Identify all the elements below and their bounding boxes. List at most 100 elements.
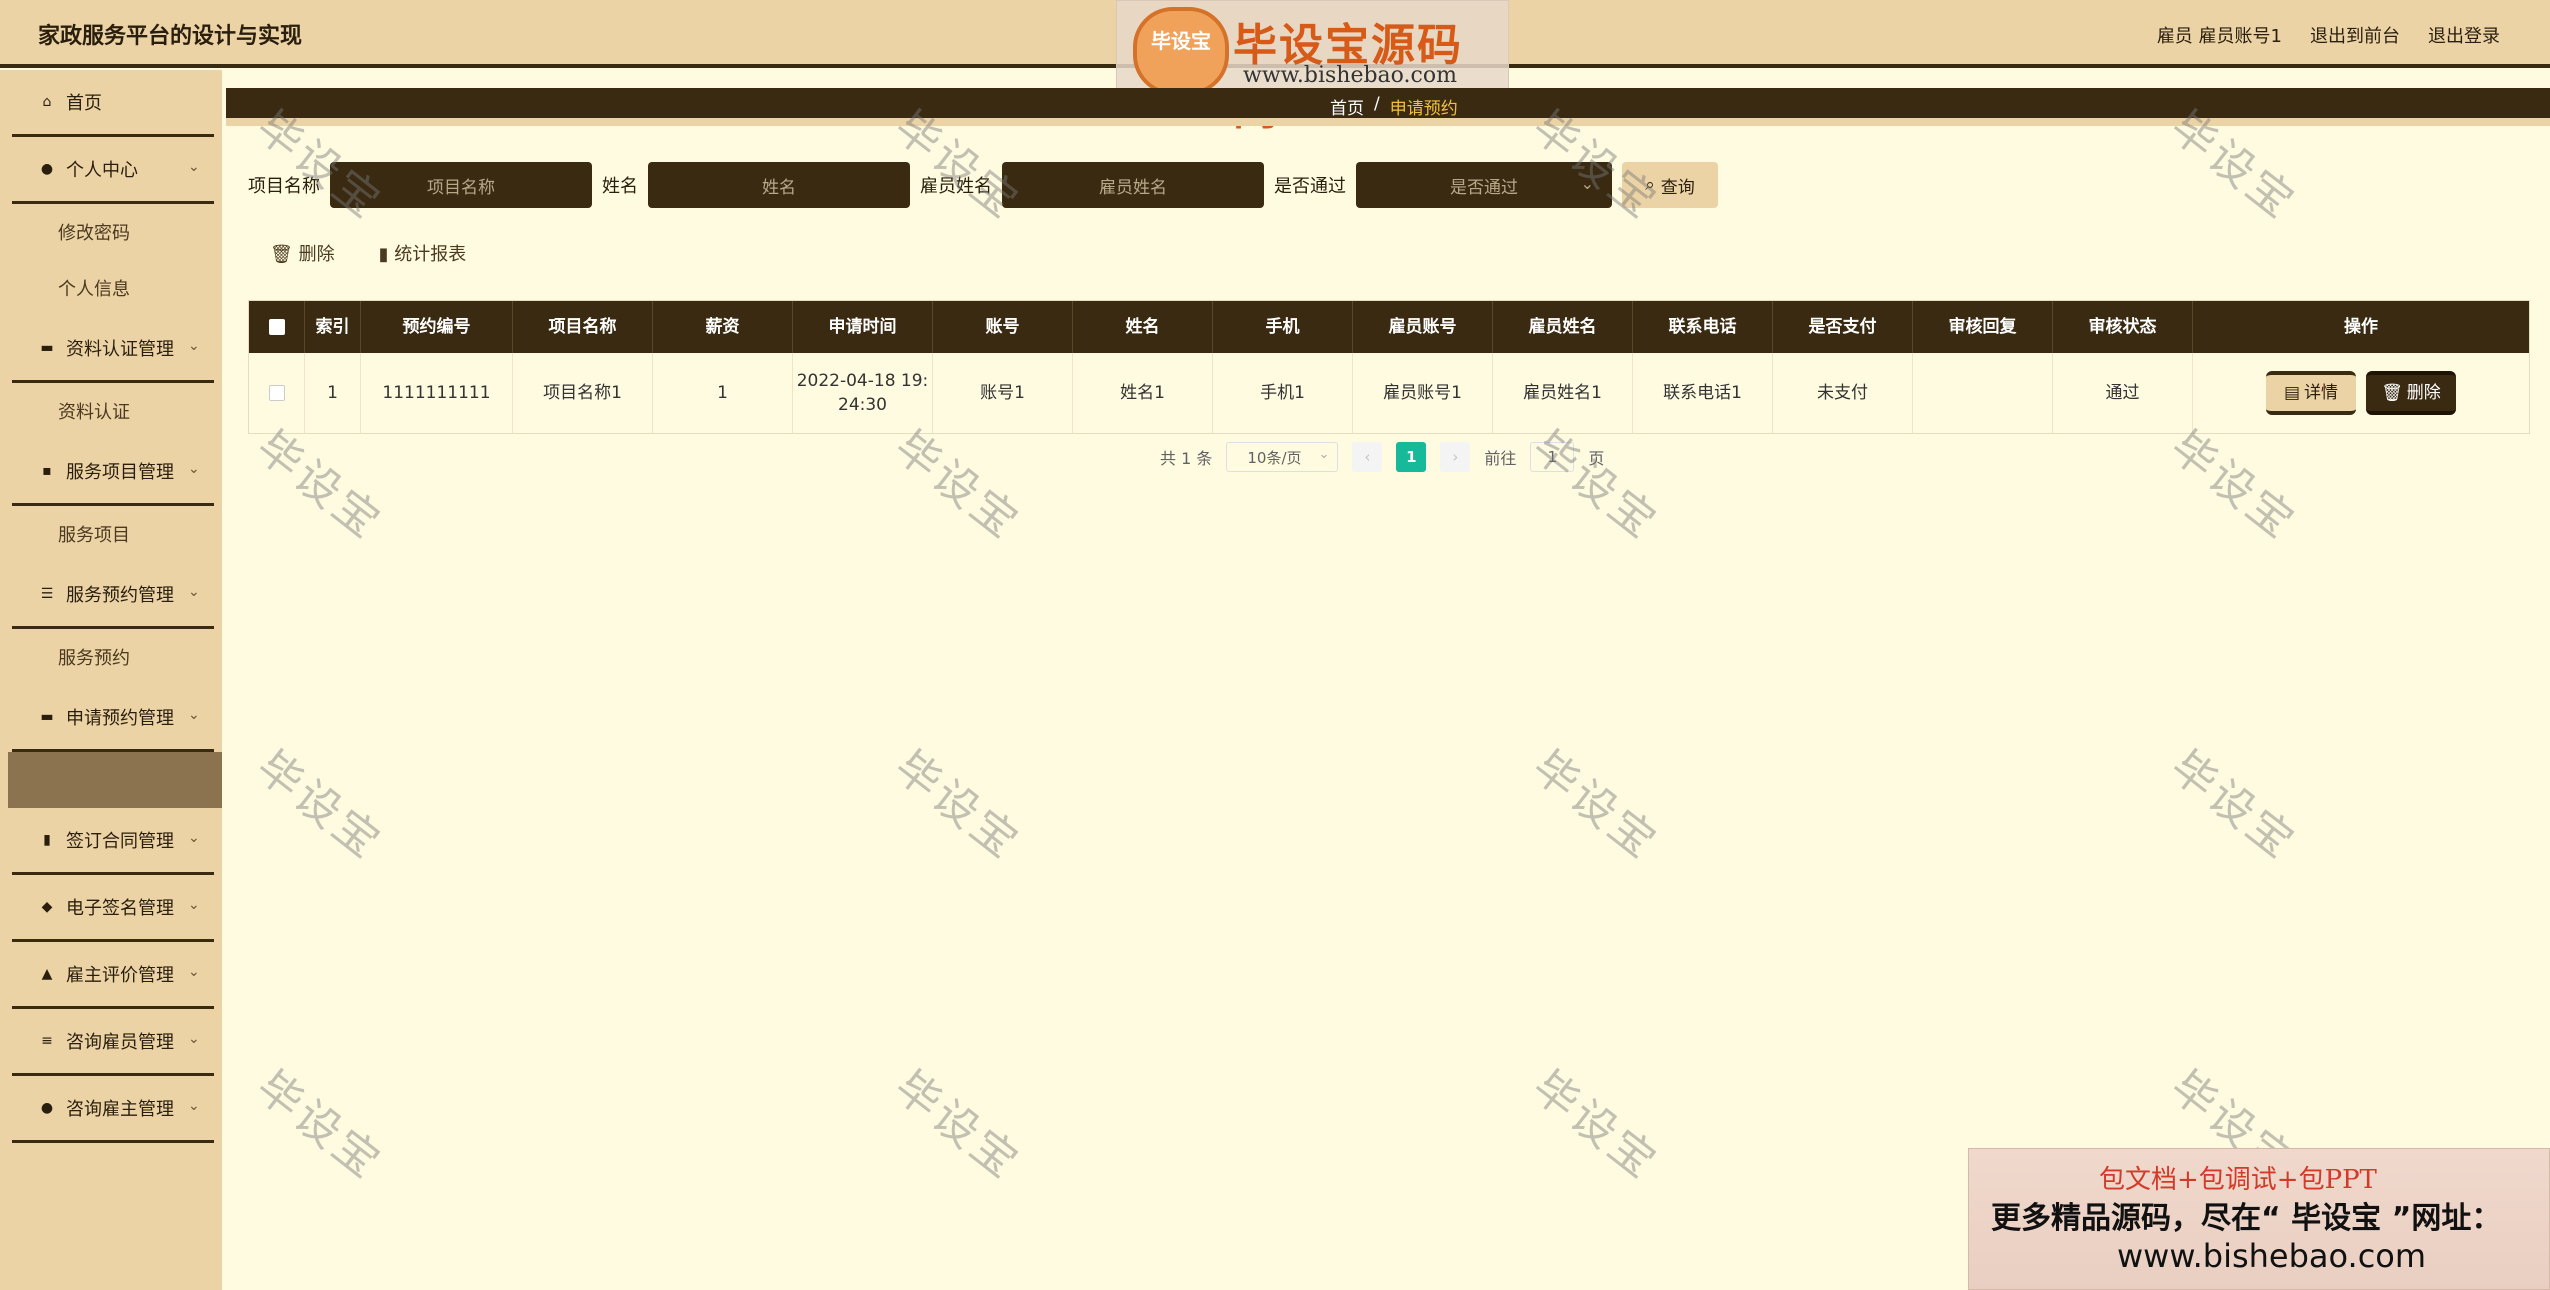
back-to-front-link[interactable]: 退出到前台 <box>2310 22 2400 48</box>
passed-select[interactable]: 是否通过 ⌄ <box>1356 162 1612 208</box>
col-header: 手机 <box>1213 301 1353 353</box>
chevron-down-icon: ⌄ <box>188 159 200 175</box>
sidebar-item-cert[interactable]: 资料认证 <box>0 383 222 439</box>
query-button-label: 查询 <box>1660 177 1695 198</box>
cell-employee-name: 雇员姓名1 <box>1493 353 1633 433</box>
chevron-down-icon: ⌄ <box>188 897 200 913</box>
chat-icon: ▪ <box>42 463 52 479</box>
page-size-select[interactable]: 10条/页 ⌄ <box>1226 442 1339 472</box>
col-header: 姓名 <box>1073 301 1213 353</box>
delete-button[interactable]: 🗑 删除 <box>2366 371 2456 415</box>
cell-actions: ▤ 详情 🗑 删除 <box>2193 353 2529 433</box>
search-form: 项目名称 项目名称 姓名 姓名 雇员姓名 雇员姓名 是否通过 是否通过 ⌄ ⌕ … <box>248 162 1718 208</box>
chevron-down-icon: ⌄ <box>1580 174 1594 193</box>
batch-delete-label: 删除 <box>298 244 335 265</box>
sidebar-item-change-password[interactable]: 修改密码 <box>0 204 222 260</box>
query-button[interactable]: ⌕ 查询 <box>1622 162 1718 208</box>
breadcrumb-current: 申请预约 <box>1389 99 1458 119</box>
col-header: 操作 <box>2344 317 2378 337</box>
ad-line3: www.bishebao.com <box>2117 1237 2427 1275</box>
cell-status: 通过 <box>2053 353 2193 433</box>
col-header: 联系电话 <box>1633 301 1773 353</box>
cell-contact: 联系电话1 <box>1633 353 1773 433</box>
sidebar-item-personal-info[interactable]: 个人信息 <box>0 260 222 316</box>
sidebar-item-personal-center[interactable]: ● 个人中心 ⌄ <box>0 137 222 201</box>
col-header: 索引 <box>305 301 361 353</box>
sidebar-item-service-item[interactable]: 服务项目 <box>0 506 222 562</box>
detail-button[interactable]: ▤ 详情 <box>2266 371 2356 415</box>
project-name-input[interactable]: 项目名称 <box>330 162 592 208</box>
batch-delete-button[interactable]: 🗑 删除 <box>270 240 335 266</box>
sidebar-item-home[interactable]: ⌂ 首页 <box>0 70 222 134</box>
col-header: 审核状态 <box>2053 301 2193 353</box>
cell-paid: 未支付 <box>1773 353 1913 433</box>
sidebar-item-employer-review-mgmt[interactable]: ▲ 雇主评价管理 ⌄ <box>0 942 222 1006</box>
sidebar-item-apply-booking-mgmt[interactable]: ▬ 申请预约管理 ⌄ <box>0 685 222 749</box>
cell-reply <box>1913 353 2053 433</box>
table-row: 1 1111111111 项目名称1 1 2022-04-18 19: 24:3… <box>249 353 2529 433</box>
col-header: 雇员姓名 <box>1493 301 1633 353</box>
cell-name: 姓名1 <box>1073 353 1213 433</box>
next-page-button[interactable]: › <box>1440 442 1471 472</box>
cell-account: 账号1 <box>933 353 1073 433</box>
sidebar-item-label: 首页 <box>66 93 102 114</box>
sidebar-item-label: 雇主评价管理 <box>66 965 174 986</box>
main-content: 首页 / 申请预约 项目名称 项目名称 姓名 姓名 雇员姓名 雇员姓名 是否通过… <box>222 70 2550 1290</box>
select-all-checkbox[interactable] <box>268 319 285 335</box>
col-header: 账号 <box>933 301 1073 353</box>
cell-booking-no: 1111111111 <box>361 353 513 433</box>
cell-project: 项目名称1 <box>513 353 653 433</box>
breadcrumb: 首页 / 申请预约 <box>1330 94 1458 119</box>
sidebar-item-cert-mgmt[interactable]: ▬ 资料认证管理 ⌄ <box>0 316 222 380</box>
col-header: 预约编号 <box>361 301 513 353</box>
name-input[interactable]: 姓名 <box>648 162 910 208</box>
prev-page-button[interactable]: ‹ <box>1352 442 1383 472</box>
sidebar-item-contract-mgmt[interactable]: ▮ 签订合同管理 ⌄ <box>0 808 222 872</box>
pagination: 共 1 条 10条/页 ⌄ ‹ 1 › 前往 1 页 <box>1160 442 1604 472</box>
sidebar-item-esign-mgmt[interactable]: ◆ 电子签名管理 ⌄ <box>0 875 222 939</box>
page-number-current[interactable]: 1 <box>1396 442 1427 472</box>
user-icon: ● <box>40 1100 54 1116</box>
monitor-icon: ▬ <box>40 709 54 725</box>
cell-employee-account: 雇员账号1 <box>1353 353 1493 433</box>
chevron-down-icon: ⌄ <box>188 461 200 477</box>
sidebar-item-service-booking[interactable]: 服务预约 <box>0 629 222 685</box>
sidebar-item-label: 资料认证管理 <box>66 339 174 360</box>
sidebar-item-service-item-mgmt[interactable]: ▪ 服务项目管理 ⌄ <box>0 439 222 503</box>
row-checkbox[interactable] <box>268 385 285 401</box>
breadcrumb-home[interactable]: 首页 <box>1330 94 1364 119</box>
page-size-value: 10条/页 <box>1247 448 1302 467</box>
sidebar-item-label: 服务项目管理 <box>66 462 174 483</box>
trash-icon: 🗑 <box>270 244 293 265</box>
stats-report-button[interactable]: ▮ 统计报表 <box>379 240 467 266</box>
document-icon: ▤ <box>2283 383 2301 403</box>
chevron-down-icon: ⌄ <box>188 830 200 846</box>
cell-index: 1 <box>305 353 361 433</box>
sidebar-item-label: 签订合同管理 <box>66 831 174 852</box>
goto-page-input[interactable]: 1 <box>1530 442 1575 472</box>
sidebar-item-service-booking-mgmt[interactable]: ☰ 服务预约管理 ⌄ <box>0 562 222 626</box>
bar-chart-icon: ▮ <box>378 244 389 265</box>
sidebar-item-apply-booking[interactable]: 申请预约 <box>8 752 222 808</box>
document-icon: ▬ <box>40 340 54 356</box>
apply-time-line2: 24:30 <box>838 395 887 415</box>
employee-name-input[interactable]: 雇员姓名 <box>1002 162 1264 208</box>
logout-link[interactable]: 退出登录 <box>2428 22 2500 48</box>
menu-divider <box>12 1140 214 1143</box>
passed-select-value: 是否通过 <box>1450 177 1518 198</box>
list-icon: ≡ <box>41 1033 53 1049</box>
passed-label: 是否通过 <box>1274 176 1346 197</box>
app-title: 家政服务平台的设计与实现 <box>38 24 303 49</box>
breadcrumb-separator: / <box>1374 94 1380 114</box>
chevron-down-icon: ⌄ <box>188 338 200 354</box>
home-icon: ⌂ <box>42 94 52 110</box>
sidebar-item-consult-employee-mgmt[interactable]: ≡ 咨询雇员管理 ⌄ <box>0 1009 222 1073</box>
thumbs-up-icon: ▲ <box>41 966 53 982</box>
chevron-right-icon: › <box>1452 448 1459 466</box>
col-header: 审核回复 <box>1913 301 2053 353</box>
sidebar-item-label: 个人中心 <box>66 160 138 181</box>
col-header: 薪资 <box>653 301 793 353</box>
sidebar-item-consult-employer-mgmt[interactable]: ● 咨询雇主管理 ⌄ <box>0 1076 222 1140</box>
cell-apply-time: 2022-04-18 19: 24:30 <box>793 353 933 433</box>
ad-banner[interactable]: 包文档+包调试+包PPT 更多精品源码，尽在“ 毕设宝 ”网址： www.bis… <box>1968 1148 2550 1290</box>
